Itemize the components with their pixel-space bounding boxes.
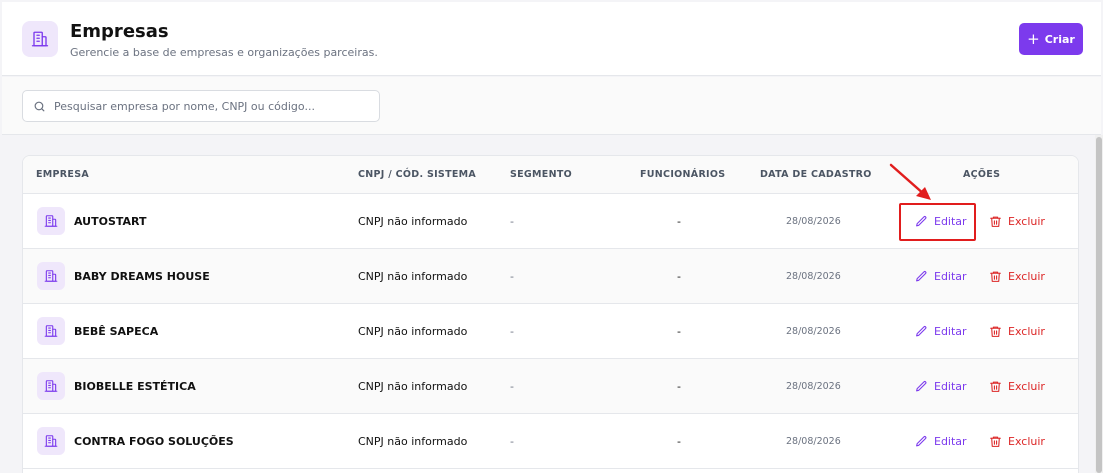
edit-button-label: Editar [934, 325, 967, 338]
company-employees: - [677, 270, 681, 283]
delete-button-label: Excluir [1008, 380, 1045, 393]
search-bar-area [2, 77, 1101, 135]
company-registration-date: 28/08/2026 [786, 436, 841, 447]
company-cnpj: CNPJ não informado [358, 380, 468, 393]
building-icon [37, 427, 65, 455]
company-registration-date: 28/08/2026 [786, 381, 841, 392]
company-employees: - [677, 215, 681, 228]
table-row: BIOBELLE ESTÉTICA CNPJ não informado - - 28/… [23, 359, 1078, 414]
edit-button[interactable]: Editar [915, 435, 967, 448]
company-segment: - [510, 325, 514, 338]
edit-button-label: Editar [934, 270, 967, 283]
company-registration-date: 28/08/2026 [786, 326, 841, 337]
search-box[interactable] [22, 90, 380, 122]
delete-button[interactable]: Excluir [989, 325, 1045, 338]
column-header-segmento: SEGMENTO [510, 169, 572, 180]
delete-button[interactable]: Excluir [989, 215, 1045, 228]
company-employees: - [677, 380, 681, 393]
search-icon [34, 101, 45, 111]
pencil-icon [915, 270, 928, 283]
column-header-data-cadastro: DATA DE CADASTRO [760, 169, 872, 180]
company-name: BIOBELLE ESTÉTICA [74, 380, 196, 393]
trash-icon [989, 380, 1002, 393]
page-subtitle: Gerencie a base de empresas e organizaçõ… [70, 46, 378, 59]
building-icon [37, 317, 65, 345]
company-cnpj: CNPJ não informado [358, 435, 468, 448]
pencil-icon [915, 380, 928, 393]
company-cnpj: CNPJ não informado [358, 270, 468, 283]
building-icon [37, 207, 65, 235]
company-cnpj: CNPJ não informado [358, 215, 468, 228]
edit-button-label: Editar [934, 215, 967, 228]
table-row: BEBÊ SAPECA CNPJ não informado - - 28/08/202… [23, 304, 1078, 359]
table-row: CONTRA FOGO SOLUÇÕES CNPJ não informado - -… [23, 414, 1078, 469]
pencil-icon [915, 215, 928, 228]
company-registration-date: 28/08/2026 [786, 271, 841, 282]
trash-icon [989, 215, 1002, 228]
page-header: Empresas Gerencie a base de empresas e o… [2, 2, 1101, 76]
edit-button[interactable]: Editar [915, 270, 967, 283]
search-input[interactable] [54, 99, 354, 113]
company-employees: - [677, 435, 681, 448]
table-row: AUTOSTART CNPJ não informado - - 28/08/2026 E… [23, 194, 1078, 249]
company-name: BABY DREAMS HOUSE [74, 270, 210, 283]
edit-button-label: Editar [934, 435, 967, 448]
edit-button[interactable]: Editar [915, 325, 967, 338]
trash-icon [989, 270, 1002, 283]
table-row: BABY DREAMS HOUSE CNPJ não informado - - 28/… [23, 249, 1078, 304]
table-header: EMPRESA CNPJ / CÓD. SISTEMA SEGMENTO FUN… [23, 156, 1078, 194]
delete-button[interactable]: Excluir [989, 435, 1045, 448]
delete-button-label: Excluir [1008, 435, 1045, 448]
trash-icon [989, 435, 1002, 448]
scrollbar-thumb[interactable] [1096, 137, 1102, 473]
column-header-cnpj: CNPJ / CÓD. SISTEMA [358, 169, 477, 180]
company-segment: - [510, 215, 514, 228]
delete-button-label: Excluir [1008, 325, 1045, 338]
company-employees: - [677, 325, 681, 338]
delete-button[interactable]: Excluir [989, 270, 1045, 283]
building-icon [22, 21, 58, 57]
plus-icon: + [1027, 29, 1040, 48]
delete-button-label: Excluir [1008, 215, 1045, 228]
pencil-icon [915, 435, 928, 448]
building-icon [37, 262, 65, 290]
column-header-empresa: EMPRESA [36, 169, 90, 180]
create-button-label: Criar [1044, 32, 1075, 46]
company-name: BEBÊ SAPECA [74, 325, 159, 338]
company-segment: - [510, 435, 514, 448]
trash-icon [989, 325, 1002, 338]
column-header-acoes: AÇÕES [963, 169, 1001, 180]
company-registration-date: 28/08/2026 [786, 216, 841, 227]
table-body: AUTOSTART CNPJ não informado - - 28/08/2026 E… [23, 194, 1078, 469]
column-header-funcionarios: FUNCIONÁRIOS [640, 169, 726, 180]
edit-button-label: Editar [934, 380, 967, 393]
delete-button-label: Excluir [1008, 270, 1045, 283]
edit-button[interactable]: Editar [915, 380, 967, 393]
company-name: CONTRA FOGO SOLUÇÕES [74, 435, 234, 448]
company-segment: - [510, 380, 514, 393]
edit-button[interactable]: Editar [915, 215, 967, 228]
page-title: Empresas [70, 21, 169, 42]
company-name: AUTOSTART [74, 215, 147, 228]
create-button[interactable]: + Criar [1019, 23, 1083, 55]
companies-table: EMPRESA CNPJ / CÓD. SISTEMA SEGMENTO FUN… [22, 155, 1079, 473]
company-segment: - [510, 270, 514, 283]
delete-button[interactable]: Excluir [989, 380, 1045, 393]
building-icon [37, 372, 65, 400]
pencil-icon [915, 325, 928, 338]
company-cnpj: CNPJ não informado [358, 325, 468, 338]
